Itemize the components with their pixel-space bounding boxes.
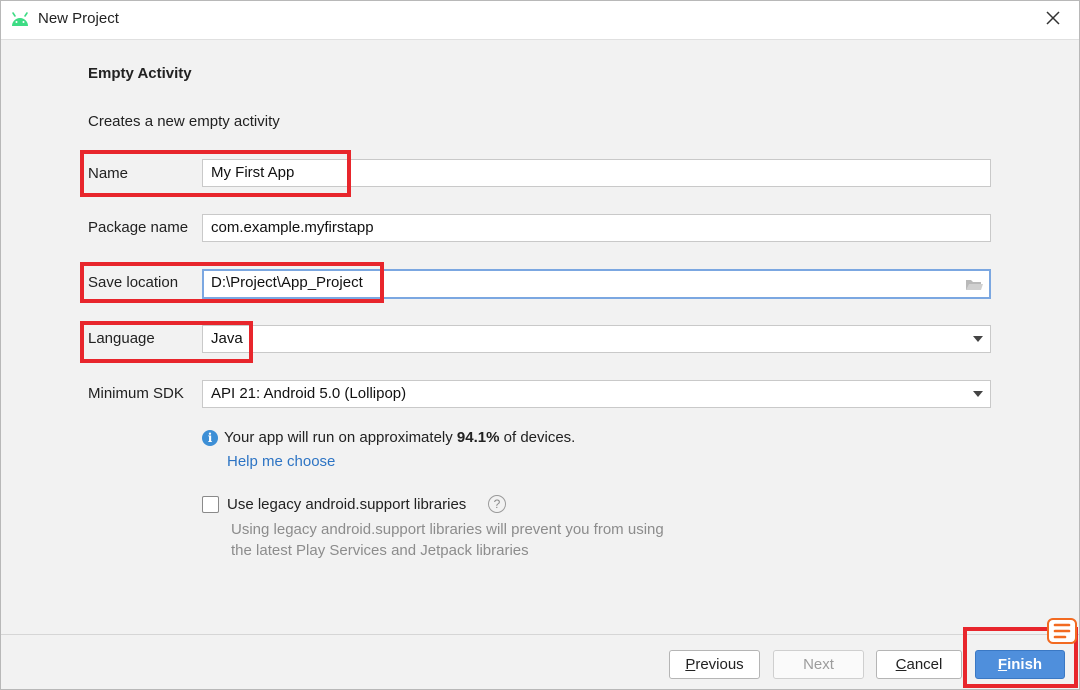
minimum-sdk-value: API 21: Android 5.0 (Lollipop) xyxy=(211,385,407,402)
close-button[interactable] xyxy=(1040,7,1066,33)
new-project-dialog: New Project Empty Activity Creates a new… xyxy=(0,0,1080,690)
help-me-choose-link[interactable]: Help me choose xyxy=(227,453,335,470)
language-value: Java xyxy=(211,330,243,347)
chevron-down-icon xyxy=(973,391,983,397)
watermark-logo-icon xyxy=(1047,617,1079,647)
cancel-button[interactable]: Cancel xyxy=(876,650,962,679)
next-button[interactable]: Next xyxy=(773,650,864,679)
info-text-before: Your app will run on approximately xyxy=(224,429,457,446)
window-title: New Project xyxy=(38,10,119,27)
legacy-description-line2: the latest Play Services and Jetpack lib… xyxy=(231,542,529,559)
android-icon xyxy=(10,10,30,28)
legacy-description-line1: Using legacy android.support libraries w… xyxy=(231,521,664,538)
language-label: Language xyxy=(88,330,155,347)
legacy-support-label[interactable]: Use legacy android.support libraries xyxy=(227,496,466,513)
device-coverage-info: i Your app will run on approximately 94.… xyxy=(202,429,575,446)
page-description: Creates a new empty activity xyxy=(88,113,280,130)
info-percent: 94.1% xyxy=(456,429,500,446)
help-icon[interactable]: ? xyxy=(488,495,506,513)
name-input[interactable]: My First App xyxy=(202,159,991,187)
package-name-label: Package name xyxy=(88,219,189,236)
chevron-down-icon xyxy=(973,336,983,342)
finish-button[interactable]: Finish xyxy=(975,650,1065,679)
info-text-after: of devices. xyxy=(499,429,576,446)
minimum-sdk-label: Minimum SDK xyxy=(88,385,184,402)
close-icon xyxy=(1046,10,1060,30)
legacy-support-checkbox[interactable] xyxy=(202,496,219,513)
footer-divider xyxy=(1,634,1079,635)
save-location-input[interactable]: D:\Project\App_Project xyxy=(202,269,991,299)
previous-button[interactable]: Previous xyxy=(669,650,760,679)
folder-icon[interactable] xyxy=(965,276,983,290)
minimum-sdk-select[interactable]: API 21: Android 5.0 (Lollipop) xyxy=(202,380,991,408)
info-icon: i xyxy=(202,429,218,446)
page-heading: Empty Activity xyxy=(88,65,192,82)
language-select[interactable]: Java xyxy=(202,325,991,353)
title-bar: New Project xyxy=(1,1,1079,40)
name-label: Name xyxy=(88,165,129,182)
save-location-value: D:\Project\App_Project xyxy=(211,274,363,291)
package-name-input[interactable]: com.example.myfirstapp xyxy=(202,214,991,242)
save-location-label: Save location xyxy=(88,274,179,291)
